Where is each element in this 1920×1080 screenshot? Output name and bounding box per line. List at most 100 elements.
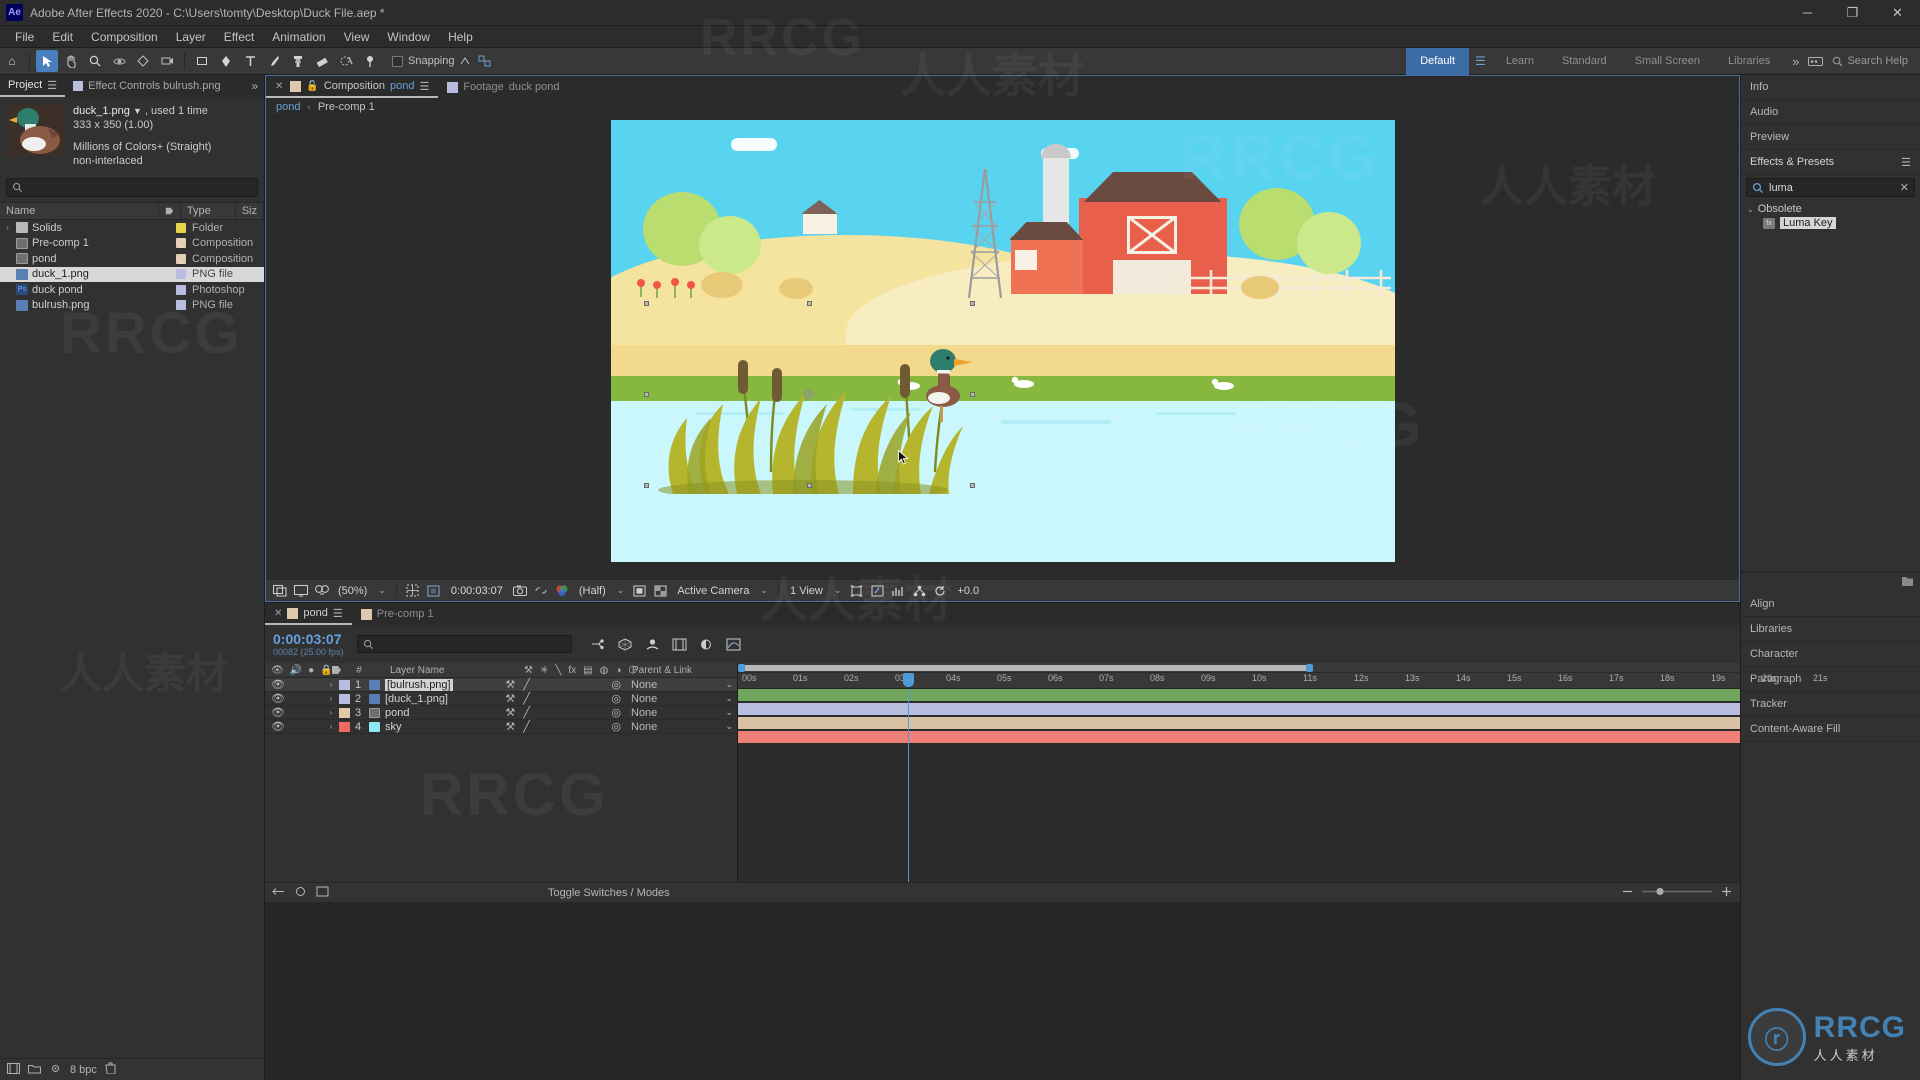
exposure-value[interactable]: +0.0 [953,585,983,597]
channel-rgb-icon[interactable] [554,582,571,599]
track-bar-1[interactable] [738,689,1740,702]
viewer-timecode[interactable]: 0:00:03:07 [446,585,508,597]
layer-switch-cells-3[interactable]: ⚒ ╱ [497,706,605,719]
fast-previews-icon[interactable] [869,582,886,599]
panel-content-aware-fill[interactable]: Content-Aware Fill [1741,717,1920,742]
track-bar-4[interactable] [738,731,1740,744]
chevron-down-icon[interactable]: ⌄ [1747,205,1754,214]
workspace-overflow-icon[interactable]: » [1784,54,1807,69]
panel-align[interactable]: Align [1741,592,1920,617]
frame-render-icon[interactable] [294,886,307,900]
menu-help[interactable]: Help [439,26,482,48]
snapping-control[interactable]: Snapping [392,55,491,67]
viewer-area[interactable] [266,116,1739,579]
comp-settings-icon[interactable] [316,886,329,900]
column-type[interactable]: Type [181,203,236,219]
selection-handle[interactable] [643,392,649,397]
frame-blending-icon[interactable] [671,636,688,653]
close-button[interactable]: ✕ [1875,0,1920,25]
effects-search[interactable]: luma ✕ [1741,175,1920,200]
anchor-point-icon[interactable] [803,388,815,400]
layer-parent-3[interactable]: ◎ None ⌄ [605,706,737,720]
motion-blur-icon[interactable] [698,636,715,653]
views-dropdown-icon[interactable]: ⌄ [831,585,845,596]
delete-icon[interactable] [105,1062,116,1077]
search-help-box[interactable]: Search Help [1824,55,1916,67]
tab-effect-controls[interactable]: Effect Controls bulrush.png [65,75,228,97]
item-dropdown-icon[interactable]: ▼ [133,106,142,116]
panel-audio[interactable]: Audio [1741,100,1920,125]
selection-tool-icon[interactable] [36,50,58,72]
show-snapshot-icon[interactable] [533,582,550,599]
menu-animation[interactable]: Animation [263,26,334,48]
maximize-button[interactable]: ❐ [1830,0,1875,25]
menu-file[interactable]: File [6,26,43,48]
view-layout-value[interactable]: 1 View [786,585,827,597]
work-area-bar[interactable] [738,663,1740,673]
resolution-dropdown-icon[interactable]: ⌄ [614,585,628,596]
parent-pickwhip-icon[interactable]: ◎ [611,678,621,691]
timeline-search-input[interactable] [357,635,572,653]
workspace-small-screen[interactable]: Small Screen [1621,48,1714,75]
expand-layer-icon[interactable]: › [323,708,339,717]
parent-link-header[interactable]: Parent & Link [626,663,737,677]
region-icon[interactable] [631,582,648,599]
new-effect-folder-icon[interactable] [1901,575,1914,590]
minimize-button[interactable]: ─ [1785,0,1830,25]
timeline-icon[interactable] [890,582,907,599]
layer-switch-cells-2[interactable]: ⚒ ╱ [497,692,605,705]
layer-name-header[interactable]: Layer Name [383,663,518,677]
tab-project[interactable]: Project ☰ [0,75,66,97]
project-settings-icon[interactable] [49,1063,62,1077]
layer-parent-2[interactable]: ◎ None ⌄ [605,692,737,706]
panel-character[interactable]: Character [1741,642,1920,667]
timeline-track-area[interactable]: 00s 01s 02s 03s 04s 05s 06s 07s 08s 09s … [738,663,1828,882]
project-search[interactable] [0,174,264,202]
label-color-swatch[interactable] [176,238,186,249]
project-row-pond[interactable]: pond Composition [0,251,264,267]
layer-parent-4[interactable]: ◎ None ⌄ [605,720,737,734]
close-tab-icon[interactable]: ✕ [275,81,283,92]
comp-panel-menu-icon[interactable]: ☰ [419,80,429,93]
grid-guides-icon[interactable] [404,582,421,599]
always-preview-icon[interactable] [271,582,288,599]
panel-info[interactable]: Info [1741,75,1920,100]
panel-libraries[interactable]: Libraries [1741,617,1920,642]
quality-icon[interactable]: ╱ [523,692,530,705]
layer-tracks[interactable] [738,673,1740,882]
layer-row-1[interactable]: 👁 › 1 [bulrush.png] ⚒ ╱ ◎ None ⌄ [265,678,737,692]
timeline-zoom-slider[interactable] [1642,886,1712,900]
layer-switches-3[interactable]: 👁 [265,706,323,719]
chevron-down-icon[interactable]: ⌄ [725,693,733,704]
masks-icon[interactable] [313,582,330,599]
toggle-switches-modes-label[interactable]: Toggle Switches / Modes [548,887,670,899]
transform-icon[interactable]: ⚒ [505,706,515,719]
project-row-duck1[interactable]: duck_1.png PNG file [0,266,264,282]
expand-triangle-icon[interactable]: › [3,223,12,232]
camera-dropdown-icon[interactable]: ⌄ [757,585,771,596]
layer-row-4[interactable]: 👁 › 4 sky ⚒ ╱ ◎ None ⌄ [265,720,737,734]
layer-row-2[interactable]: 👁 › 2 [duck_1.png] ⚒ ╱ ◎ None ⌄ [265,692,737,706]
chevron-down-icon[interactable]: ⌄ [725,679,733,690]
workspace-libraries[interactable]: Libraries [1714,48,1784,75]
workspace-standard[interactable]: Standard [1548,48,1621,75]
clear-search-icon[interactable]: ✕ [1900,181,1909,194]
selection-handle[interactable] [969,392,975,397]
layer-label-color[interactable] [339,707,350,718]
work-area-end-handle[interactable] [1306,664,1313,672]
hide-shy-layers-icon[interactable] [644,636,661,653]
effects-category-obsolete[interactable]: ⌄ Obsolete [1741,202,1920,216]
snapshot-icon[interactable] [512,582,529,599]
expand-layer-icon[interactable]: › [323,722,339,731]
work-area-start-handle[interactable] [738,664,745,672]
layer-switches-2[interactable]: 👁 [265,692,323,705]
camera-value[interactable]: Active Camera [673,585,753,597]
video-eye-icon[interactable]: 👁 [271,678,285,691]
parent-dropdown[interactable]: None ⌄ [627,721,737,733]
menu-view[interactable]: View [335,26,379,48]
snapping-checkbox[interactable] [392,55,403,67]
zoom-level-value[interactable]: (50%) [334,585,371,597]
column-label-icon[interactable] [159,203,181,219]
layer-number-header[interactable]: # [349,663,369,677]
graph-editor-icon[interactable] [725,636,742,653]
